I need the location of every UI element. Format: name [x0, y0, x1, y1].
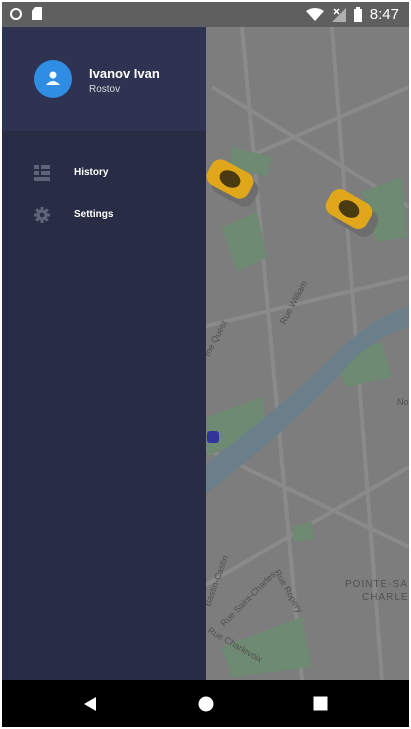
- sd-card-icon: [32, 7, 42, 20]
- gear-icon: [34, 207, 50, 223]
- home-button[interactable]: [176, 680, 236, 727]
- user-name: Ivanov Ivan: [89, 66, 160, 81]
- battery-icon: [353, 7, 362, 22]
- back-icon: [84, 696, 96, 711]
- history-list-icon: [34, 165, 50, 181]
- person-icon: [46, 71, 60, 85]
- back-button[interactable]: [60, 680, 120, 727]
- user-city: Rostov: [89, 84, 121, 95]
- street-label: Bastin-Castin: [202, 554, 230, 608]
- street-label: Rue Ropery: [272, 568, 305, 615]
- recents-icon: [313, 696, 327, 711]
- area-label: POINTE-SA: [345, 579, 408, 590]
- menu-item-label: History: [74, 167, 109, 178]
- drawer-header[interactable]: Ivanov Ivan Rostov: [2, 27, 206, 131]
- notification-circle-icon: [10, 7, 22, 20]
- home-icon: [198, 696, 214, 711]
- menu-item-settings[interactable]: Settings: [2, 199, 206, 241]
- status-bar: 8:47: [2, 2, 409, 27]
- phone-screen: 8:47 me Quest Rue William No Bastin-Cast…: [2, 2, 409, 727]
- street-label: Rue Saint-Charles: [218, 569, 277, 628]
- system-navigation-bar: [2, 680, 409, 727]
- drawer-menu: History Settings: [2, 157, 206, 241]
- clock: 8:47: [369, 6, 399, 23]
- wifi-icon: [305, 7, 324, 21]
- recents-button[interactable]: [290, 680, 350, 727]
- avatar[interactable]: [34, 60, 72, 98]
- navigation-drawer: Ivanov Ivan Rostov History Settings: [2, 27, 206, 680]
- street-label: No: [397, 397, 409, 407]
- area-label: CHARLE: [362, 592, 409, 603]
- signal-icon: [331, 7, 346, 22]
- menu-item-label: Settings: [74, 209, 114, 220]
- my-location-marker: [207, 431, 219, 443]
- menu-item-history[interactable]: History: [2, 157, 206, 199]
